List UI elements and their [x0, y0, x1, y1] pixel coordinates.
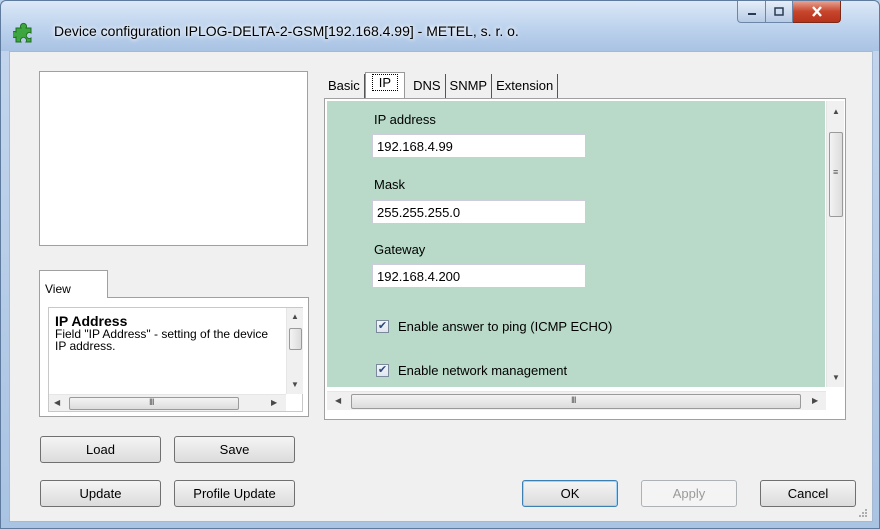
network-management-checkbox-label: Enable network management [398, 363, 568, 378]
help-text-box: IP Address Field "IP Address" - setting … [48, 307, 303, 412]
help-hscroll-thumb[interactable] [69, 397, 239, 410]
checkmark-icon: ✔ [377, 364, 388, 376]
panel-vertical-scrollbar[interactable]: ▲ ≡ ▼ [826, 101, 844, 387]
profile-update-button[interactable]: Profile Update [174, 480, 295, 507]
ip-settings-area: IP address 192.168.4.99 Mask 255.255.255… [327, 101, 825, 387]
device-preview-box [39, 71, 308, 246]
maximize-button[interactable] [766, 1, 793, 23]
ping-checkbox[interactable]: ✔ [376, 320, 389, 333]
network-management-checkbox-row[interactable]: ✔ Enable network management [376, 363, 567, 378]
scroll-down-icon[interactable]: ▼ [291, 380, 299, 389]
scroll-right-icon[interactable]: ▶ [812, 396, 818, 405]
checkmark-icon: ✔ [377, 320, 388, 332]
tab-ip-label: IP [371, 74, 399, 91]
scroll-up-icon[interactable]: ▲ [291, 312, 299, 321]
tab-basic[interactable]: Basic [324, 74, 365, 98]
scroll-grip-icon: III [571, 395, 576, 405]
help-horizontal-scrollbar[interactable]: ◀ III ▶ [49, 394, 286, 411]
scroll-grip-icon: III [149, 397, 154, 407]
help-title: IP Address [55, 313, 128, 329]
close-button[interactable] [793, 1, 841, 23]
help-scroll-thumb[interactable] [289, 328, 302, 350]
network-management-checkbox[interactable]: ✔ [376, 364, 389, 377]
help-vertical-scrollbar[interactable]: ▲ ▼ [286, 308, 303, 394]
close-icon [811, 6, 822, 17]
load-button[interactable]: Load [40, 436, 161, 463]
green-puzzle-icon [13, 22, 32, 43]
scroll-left-icon[interactable]: ◀ [54, 398, 60, 407]
scroll-right-icon[interactable]: ▶ [271, 398, 277, 407]
minimize-button[interactable] [737, 1, 766, 23]
gateway-label: Gateway [374, 242, 426, 257]
tab-ip[interactable]: IP [364, 72, 406, 98]
tab-view[interactable]: View [39, 270, 108, 298]
mask-label: Mask [374, 177, 406, 192]
help-panel: IP Address Field "IP Address" - setting … [39, 297, 309, 417]
ping-checkbox-label: Enable answer to ping (ICMP ECHO) [398, 319, 613, 334]
help-text: IP Address Field "IP Address" - setting … [55, 314, 277, 352]
panel-hscroll-thumb[interactable] [351, 394, 801, 409]
ok-button[interactable]: OK [522, 480, 618, 507]
ip-config-panel: IP address 192.168.4.99 Mask 255.255.255… [324, 98, 846, 420]
tab-dns[interactable]: DNS [405, 74, 446, 98]
save-button[interactable]: Save [174, 436, 295, 463]
caption-buttons [737, 1, 841, 23]
panel-horizontal-scrollbar[interactable]: ◀ III ▶ [327, 391, 826, 410]
cancel-button[interactable]: Cancel [760, 480, 856, 507]
window-title: Device configuration IPLOG-DELTA-2-GSM[1… [54, 23, 519, 39]
update-button[interactable]: Update [40, 480, 161, 507]
dialog-client-area: View IP Address Field "IP Address" - set… [9, 51, 873, 522]
resize-grip-icon[interactable] [858, 508, 868, 518]
tab-extension[interactable]: Extension [492, 74, 559, 98]
dialog-window: Device configuration IPLOG-DELTA-2-GSM[1… [0, 0, 880, 529]
mask-input[interactable]: 255.255.255.0 [372, 200, 586, 224]
maximize-icon [774, 6, 784, 16]
scroll-down-icon[interactable]: ▼ [832, 373, 840, 382]
scroll-grip-icon: ≡ [833, 167, 839, 177]
tab-snmp[interactable]: SNMP [446, 74, 493, 98]
minimize-icon [747, 12, 756, 15]
gateway-input[interactable]: 192.168.4.200 [372, 264, 586, 288]
ip-address-label: IP address [374, 112, 436, 127]
apply-button[interactable]: Apply [641, 480, 737, 507]
title-bar[interactable]: Device configuration IPLOG-DELTA-2-GSM[1… [1, 1, 879, 51]
config-tabstrip: Basic IP DNS SNMP Extension [324, 72, 559, 98]
ip-address-input[interactable]: 192.168.4.99 [372, 134, 586, 158]
scroll-up-icon[interactable]: ▲ [832, 107, 840, 116]
scroll-left-icon[interactable]: ◀ [335, 396, 341, 405]
help-body: Field "IP Address" - setting of the devi… [55, 327, 269, 353]
ping-checkbox-row[interactable]: ✔ Enable answer to ping (ICMP ECHO) [376, 319, 612, 334]
